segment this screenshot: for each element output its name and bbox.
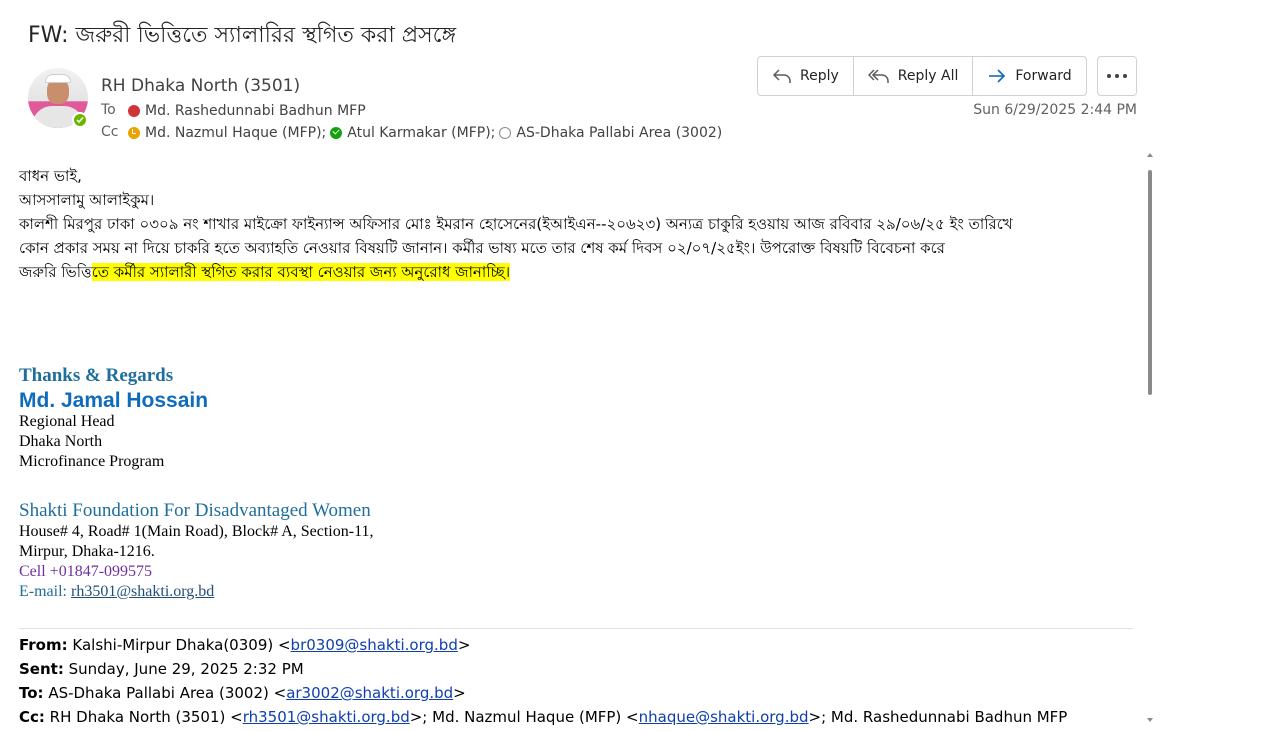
- divider: [19, 628, 1133, 629]
- cc-name: RH Dhaka North (3501) <: [44, 708, 243, 726]
- forwarded-cc: Cc: RH Dhaka North (3501) <rh3501@shakti…: [19, 708, 1067, 726]
- cc-end: >; Md. Rashedunnabi Badhun MFP: [808, 708, 1068, 726]
- forward-button[interactable]: Forward: [973, 57, 1085, 95]
- body-line: কোন প্রকার সময় না দিয়ে চাকরি হতে অব্যা…: [19, 239, 945, 257]
- to-recipients: Md. Rashedunnabi Badhun MFP: [128, 102, 366, 120]
- cc-label: Cc: [101, 124, 119, 140]
- presence-offline-icon: [499, 127, 512, 139]
- reply-label: Reply: [800, 68, 839, 84]
- more-horizontal-icon: [1107, 74, 1111, 78]
- message-body: বাধন ভাই, আসসালামু আলাইকুম। কালশী মিরপুর…: [19, 164, 1133, 284]
- recipient-cc[interactable]: Md. Nazmul Haque (MFP);: [145, 125, 326, 141]
- signature-org: Shakti Foundation For Disadvantaged Wome…: [19, 500, 371, 521]
- presence-away-icon: [128, 127, 140, 139]
- signature-cell: Cell +01847-099575: [19, 563, 153, 580]
- reply-all-label: Reply All: [897, 68, 959, 84]
- to-name: AS-Dhaka Pallabi Area (3002) <: [43, 684, 287, 702]
- highlighted-text: তে কর্মীর স্যালারী স্থগিত করার ব্যবস্থা …: [91, 263, 511, 281]
- email-label: E-mail:: [19, 583, 71, 600]
- signature-email-link[interactable]: rh3501@shakti.org.bd: [71, 583, 214, 600]
- sent-value: Sunday, June 29, 2025 2:32 PM: [63, 660, 304, 678]
- forwarded-sent: Sent: Sunday, June 29, 2025 2:32 PM: [19, 660, 304, 678]
- from-email-link[interactable]: br0309@shakti.org.bd: [291, 636, 458, 654]
- presence-available-icon: [330, 127, 343, 139]
- to-end: >: [453, 684, 466, 702]
- signature-address: Mirpur, Dhaka-1216.: [19, 543, 155, 560]
- to-label: To: [101, 102, 116, 118]
- presence-available-icon: [72, 112, 88, 128]
- body-line: জরুরি ভিত্তিতে কর্মীর স্যালারী স্থগিত কর…: [19, 260, 1133, 284]
- scroll-down-icon[interactable]: [1147, 718, 1153, 722]
- to-email-link[interactable]: ar3002@shakti.org.bd: [286, 684, 453, 702]
- body-line: কালশী মিরপুর ঢাকা ০৩০৯ নং শাখার মাইক্রো …: [19, 215, 1013, 233]
- scroll-up-icon[interactable]: [1147, 153, 1153, 157]
- signature-name: Md. Jamal Hossain: [19, 389, 209, 412]
- signature-title: Regional Head: [19, 413, 115, 430]
- signature-email-line: E-mail: rh3501@shakti.org.bd: [19, 583, 214, 601]
- sent-label: Sent:: [19, 660, 64, 678]
- sent-date: Sun 6/29/2025 2:44 PM: [973, 102, 1137, 118]
- cc-recipients: Md. Nazmul Haque (MFP); Atul Karmakar (M…: [128, 124, 722, 142]
- signature-address: House# 4, Road# 1(Main Road), Block# A, …: [19, 523, 374, 540]
- from-name: Kalshi-Mirpur Dhaka(0309) <: [67, 636, 291, 654]
- cc-mid: >; Md. Nazmul Haque (MFP) <: [409, 708, 639, 726]
- recipient-cc[interactable]: AS-Dhaka Pallabi Area (3002): [516, 125, 722, 141]
- forwarded-from: From: Kalshi-Mirpur Dhaka(0309) <br0309@…: [19, 636, 470, 654]
- sender-avatar[interactable]: [28, 68, 88, 128]
- from-end: >: [457, 636, 471, 654]
- reply-icon: [772, 69, 791, 83]
- greeting: বাধন ভাই,: [19, 167, 82, 185]
- cc-email-link[interactable]: nhaque@shakti.org.bd: [639, 708, 809, 726]
- more-actions-button[interactable]: [1097, 56, 1137, 96]
- recipient-to[interactable]: Md. Rashedunnabi Badhun MFP: [145, 103, 366, 119]
- signature-thanks: Thanks & Regards: [19, 365, 174, 386]
- forward-icon: [989, 69, 1006, 83]
- from-label: From:: [19, 636, 68, 654]
- cc-email-link[interactable]: rh3501@shakti.org.bd: [243, 708, 410, 726]
- to-label-fwd: To:: [19, 684, 44, 702]
- salam: আসসালামু আলাইকুম।: [19, 191, 155, 209]
- signature-region: Dhaka North: [19, 433, 103, 450]
- recipient-cc[interactable]: Atul Karmakar (MFP);: [347, 125, 495, 141]
- cc-label-fwd: Cc:: [19, 708, 45, 726]
- body-text-plain: জরুরি ভিত্তি: [19, 263, 92, 281]
- signature-program: Microfinance Program: [19, 453, 165, 470]
- message-actions: Reply Reply All Forward: [757, 56, 1087, 96]
- presence-busy-icon: [128, 105, 140, 117]
- scrollbar-thumb[interactable]: [1148, 170, 1152, 395]
- forward-label: Forward: [1015, 68, 1072, 84]
- reply-all-button[interactable]: Reply All: [854, 57, 974, 95]
- sender-name[interactable]: RH Dhaka North (3501): [101, 76, 300, 96]
- forwarded-to: To: AS-Dhaka Pallabi Area (3002) <ar3002…: [19, 684, 466, 702]
- email-subject: FW: জরুরী ভিত্তিতে স্যালারির স্থগিত করা …: [28, 23, 457, 48]
- reply-all-icon: [867, 69, 889, 83]
- reply-button[interactable]: Reply: [758, 57, 854, 95]
